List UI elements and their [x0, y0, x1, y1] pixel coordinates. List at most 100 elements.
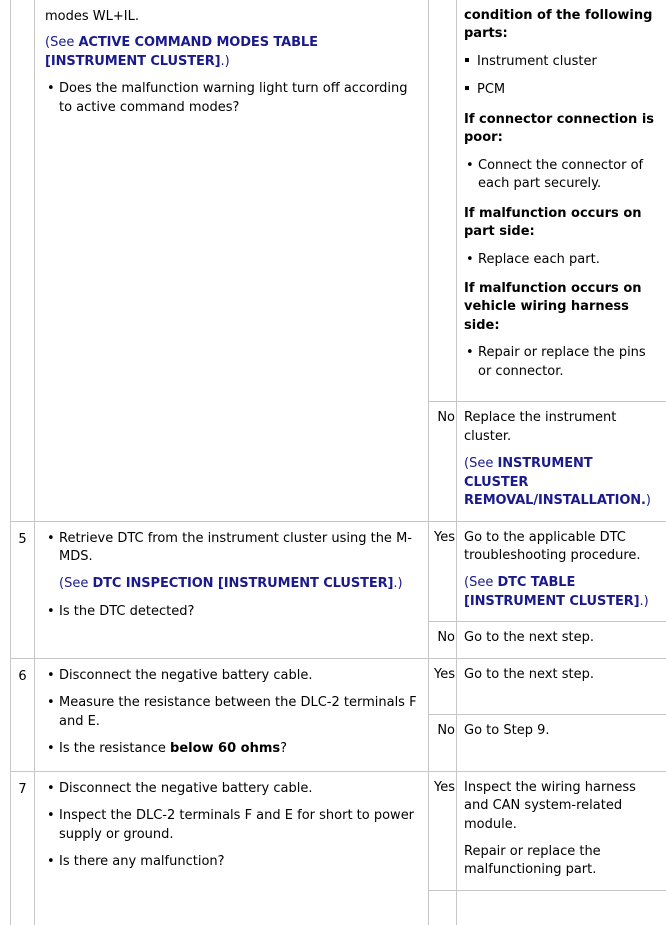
xref-link[interactable]: ACTIVE COMMAND MODES TABLE [INSTRUMENT C…	[45, 35, 318, 68]
inspection-bullet-list: • Does the malfunction warning light tur…	[45, 80, 418, 117]
cross-reference: (See DTC INSPECTION [INSTRUMENT CLUSTER]…	[59, 575, 418, 593]
bullet-icon: •	[47, 603, 55, 619]
bullet-icon: •	[466, 345, 474, 361]
table-row: 7 • Disconnect the negative battery cabl…	[10, 770, 666, 925]
square-bullet-icon	[465, 86, 469, 91]
xref-suffix: .)	[639, 593, 649, 609]
list-item-label: Connect the connector of each part secur…	[478, 157, 644, 192]
result-cell	[428, 0, 457, 403]
list-item-label: Is there any malfunction?	[59, 853, 225, 869]
action-bullet-list: • Repair or replace the pins or connecto…	[464, 344, 660, 381]
xref-suffix: .)	[220, 53, 230, 69]
action-heading: If malfunction occurs on part side:	[464, 205, 642, 240]
action-cell	[456, 889, 666, 925]
action-cell: condition of the following parts: Instru…	[456, 0, 666, 403]
bullet-icon: •	[47, 667, 55, 683]
result-label	[429, 891, 456, 898]
xref-prefix: (See	[45, 35, 79, 51]
list-item-suffix: ?	[280, 741, 288, 757]
list-item: • Measure the resistance between the DLC…	[45, 694, 418, 731]
action-text: Go to the next step.	[464, 666, 594, 682]
list-item: PCM	[464, 81, 660, 99]
inspection-cell: modes WL+IL. (See ACTIVE COMMAND MODES T…	[34, 0, 429, 522]
table-row: modes WL+IL. (See ACTIVE COMMAND MODES T…	[10, 0, 666, 522]
inspection-cell: • Retrieve DTC from the instrument clust…	[34, 520, 429, 659]
result-label: Yes	[434, 666, 455, 682]
action-heading: If malfunction occurs on vehicle wiring …	[464, 280, 642, 333]
cross-reference: (See DTC TABLE [INSTRUMENT CLUSTER].)	[464, 574, 660, 611]
bullet-icon: •	[47, 741, 55, 757]
result-label: No	[437, 410, 455, 426]
result-cell: No	[428, 714, 457, 772]
list-item-label: Inspect the DLC-2 terminals F and E for …	[59, 808, 415, 842]
list-item: • Disconnect the negative battery cable.	[45, 667, 418, 685]
list-item-prefix: Is the resistance	[59, 741, 171, 757]
action-bullet-list: • Connect the connector of each part sec…	[464, 157, 660, 194]
result-label: Yes	[434, 529, 455, 545]
action-heading: If connector connection is poor:	[464, 111, 655, 146]
xref-prefix: (See	[464, 456, 498, 472]
step-number	[11, 0, 34, 9]
inspection-cell: • Disconnect the negative battery cable.…	[34, 770, 429, 925]
bullet-icon: •	[47, 808, 55, 824]
action-cell: Go to the next step.	[456, 621, 666, 659]
inspection-bullet-list: • Disconnect the negative battery cable.…	[45, 667, 418, 759]
action-cell: Go to Step 9.	[456, 714, 666, 772]
action-sub-list: Instrument cluster PCM	[464, 53, 660, 100]
action-text-secondary: Repair or replace the malfunctioning par…	[464, 843, 601, 878]
list-item: • Replace each part.	[464, 251, 660, 269]
action-text: Go to the applicable DTC troubleshooting…	[464, 529, 641, 563]
emphasized-value: below 60 ohms	[170, 741, 281, 757]
result-cell: Yes	[428, 770, 457, 891]
list-item-label: Disconnect the negative battery cable.	[59, 667, 313, 683]
bullet-icon: •	[47, 530, 55, 546]
table-row: 5 • Retrieve DTC from the instrument clu…	[10, 520, 666, 659]
list-item: • Disconnect the negative battery cable.	[45, 780, 418, 798]
inspection-cell: • Disconnect the negative battery cable.…	[34, 657, 429, 772]
result-cell: Yes	[428, 657, 457, 716]
list-item-label: Instrument cluster	[477, 53, 597, 69]
cell-filler	[45, 871, 418, 889]
action-text: Go to Step 9.	[464, 723, 550, 739]
inspection-bullet-list: • Retrieve DTC from the instrument clust…	[45, 530, 418, 622]
action-text: Go to the next step.	[464, 630, 594, 646]
xref-suffix: )	[645, 493, 651, 509]
list-item: • Is the resistance below 60 ohms?	[45, 740, 418, 758]
list-item-label: Retrieve DTC from the instrument cluster…	[59, 530, 412, 564]
continued-text: modes WL+IL.	[45, 9, 139, 24]
bullet-icon: •	[466, 251, 474, 267]
result-label: No	[437, 723, 455, 739]
action-cell: Go to the applicable DTC troubleshooting…	[456, 520, 666, 623]
xref-prefix: (See	[59, 576, 93, 592]
list-item: • Inspect the DLC-2 terminals F and E fo…	[45, 807, 418, 844]
list-item: • Retrieve DTC from the instrument clust…	[45, 530, 418, 594]
bullet-icon: •	[47, 81, 55, 97]
step-number-cell: 5	[10, 520, 35, 659]
list-item-label: PCM	[477, 82, 506, 98]
list-item: • Does the malfunction warning light tur…	[45, 80, 418, 117]
result-label: No	[437, 630, 455, 646]
result-label: Yes	[434, 779, 455, 795]
bullet-icon: •	[47, 780, 55, 796]
list-item-label: Measure the resistance between the DLC-2…	[59, 695, 417, 729]
step-number: 6	[18, 668, 27, 684]
inspection-bullet-list: • Disconnect the negative battery cable.…	[45, 780, 418, 872]
result-cell: No	[428, 621, 457, 659]
xref-link[interactable]: DTC INSPECTION [INSTRUMENT CLUSTER]	[92, 576, 393, 591]
result-label	[429, 0, 456, 7]
bullet-icon: •	[466, 157, 474, 173]
list-item-label: Repair or replace the pins or connector.	[478, 345, 646, 379]
step-number: 7	[18, 781, 27, 797]
list-item: • Repair or replace the pins or connecto…	[464, 344, 660, 381]
xref-prefix: (See	[464, 575, 498, 591]
list-item: • Is there any malfunction?	[45, 853, 418, 871]
step-number-cell	[10, 0, 35, 522]
action-cell: Replace the instrument cluster. (See INS…	[456, 401, 666, 522]
list-item: • Is the DTC detected?	[45, 603, 418, 621]
result-cell: Yes	[428, 520, 457, 623]
xref-suffix: .)	[393, 576, 403, 592]
result-cell	[428, 889, 457, 925]
bullet-icon: •	[47, 695, 55, 711]
bullet-icon: •	[47, 853, 55, 869]
troubleshooting-table-page: modes WL+IL. (See ACTIVE COMMAND MODES T…	[0, 0, 666, 925]
